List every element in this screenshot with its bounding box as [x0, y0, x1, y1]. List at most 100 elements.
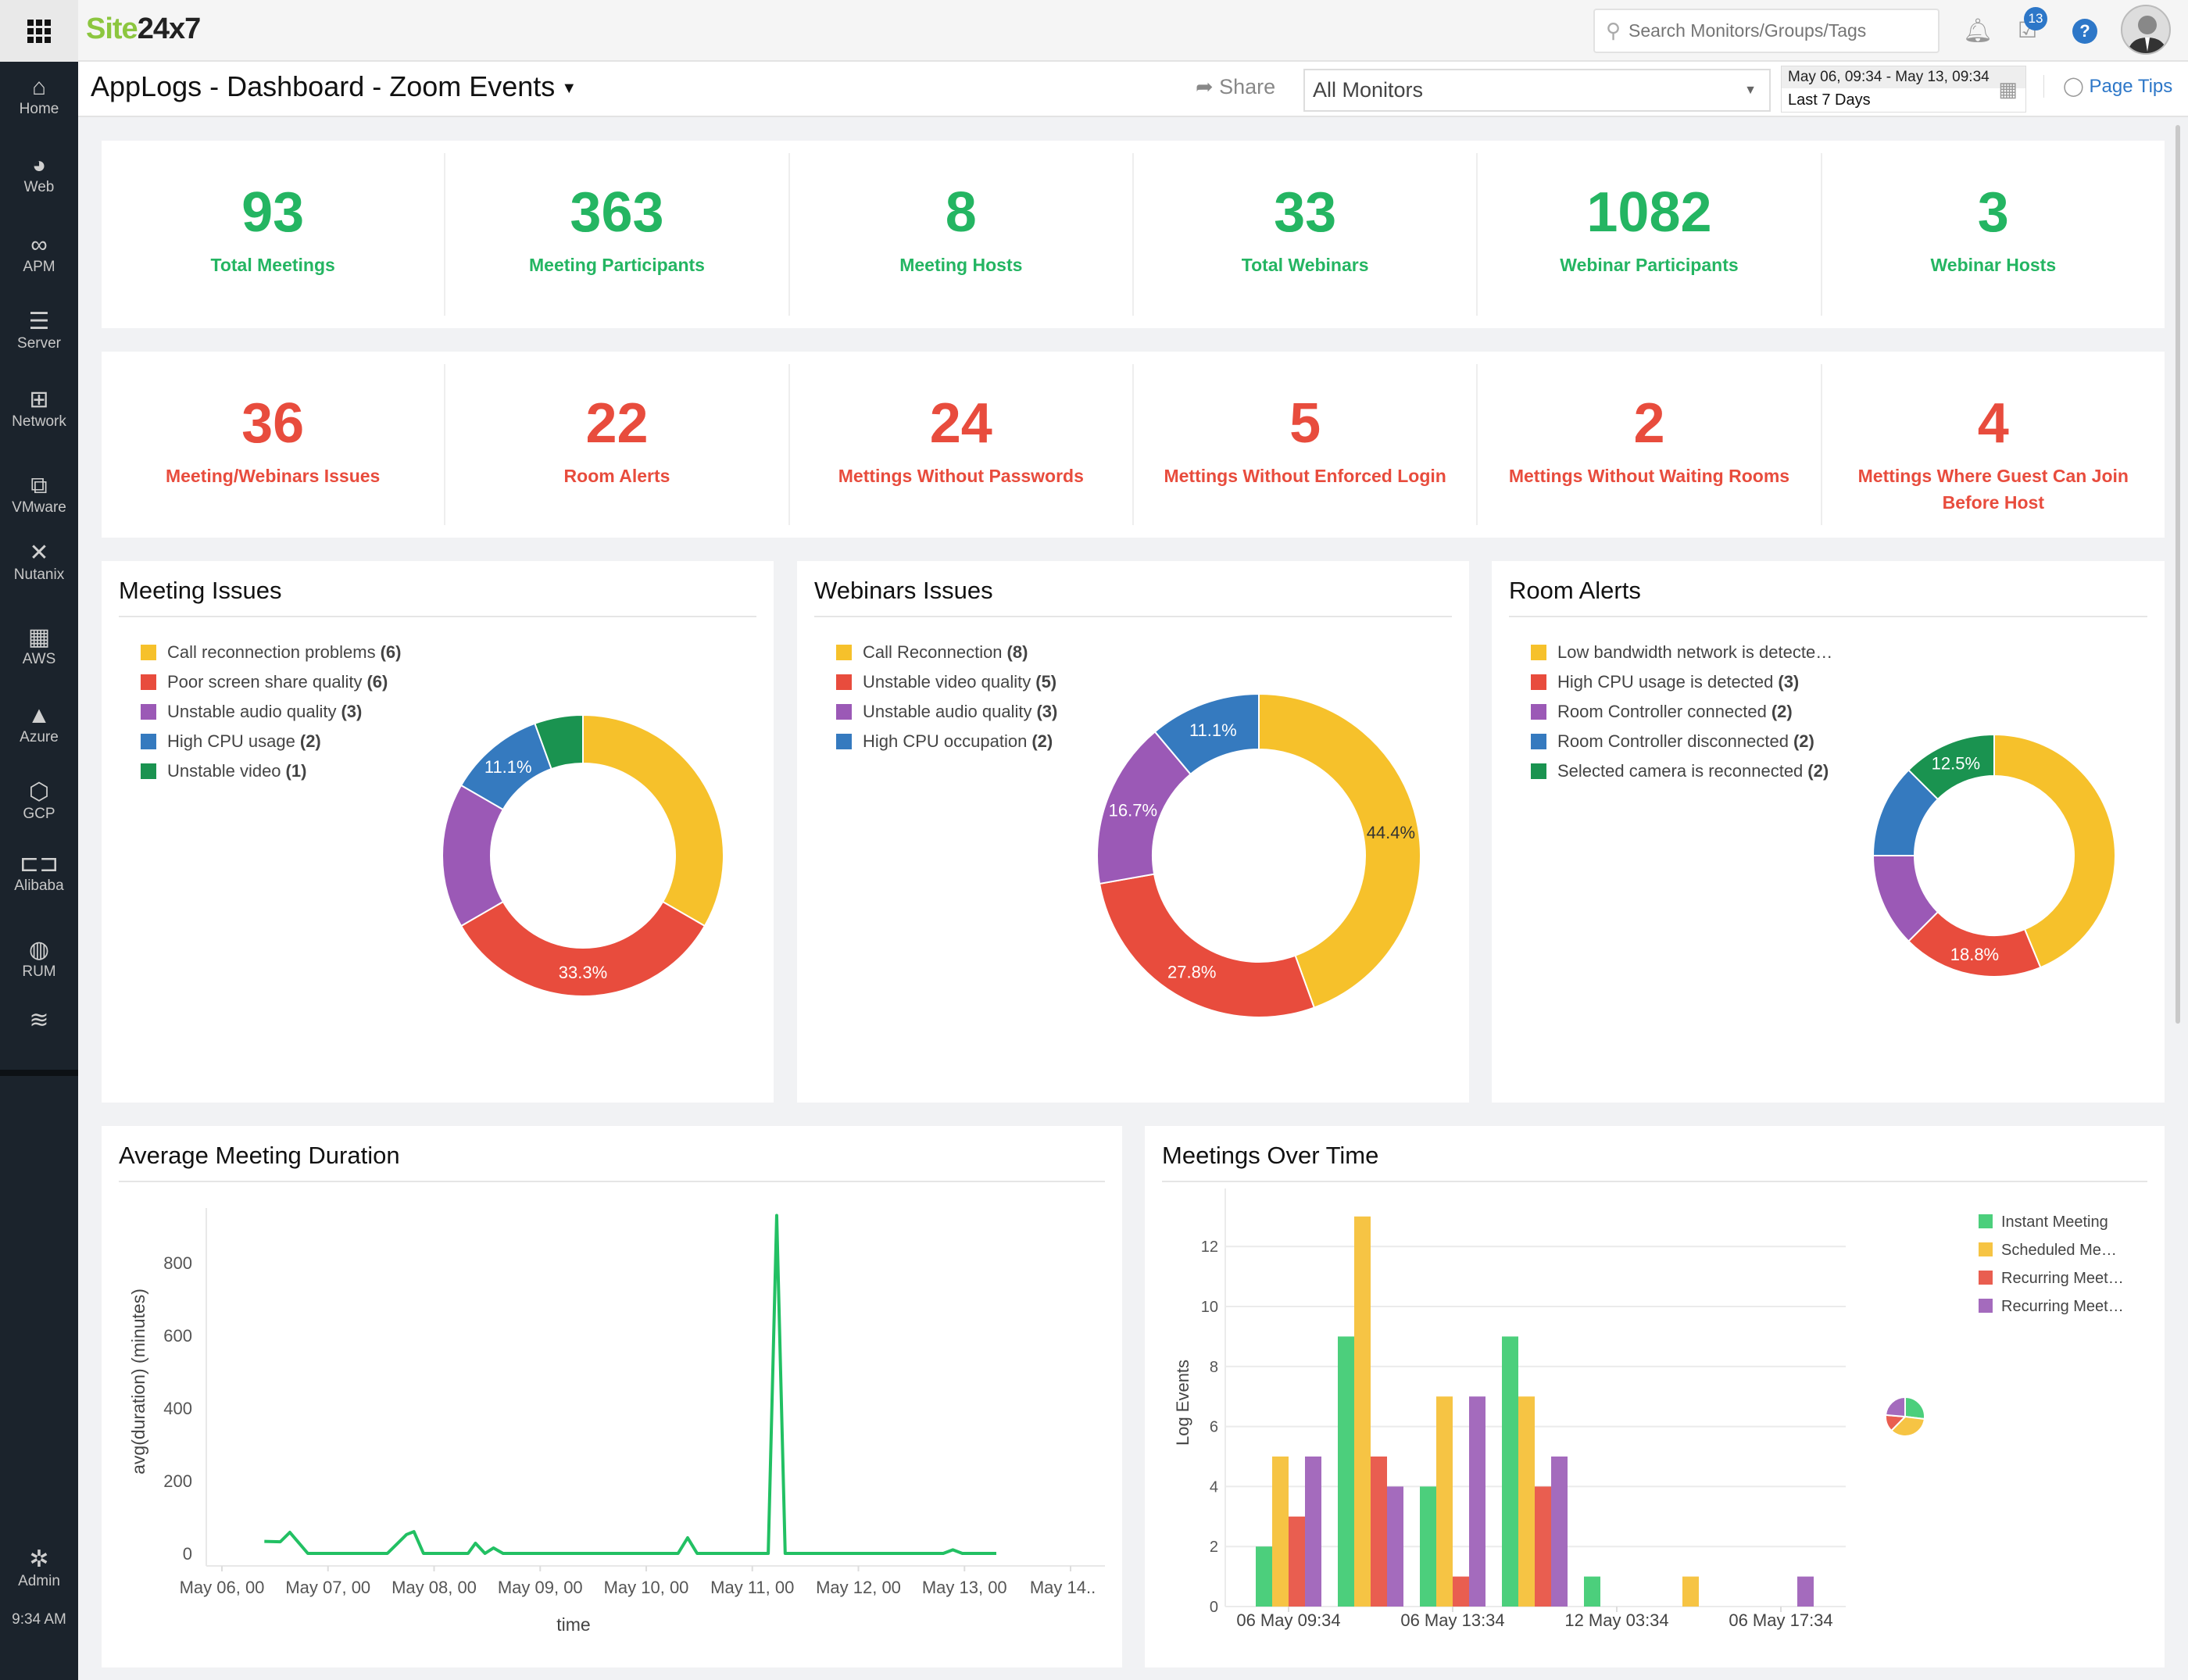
y-tick-label: 0 [183, 1544, 192, 1564]
bar[interactable] [1551, 1457, 1568, 1607]
bar-chart: 0 2 4 6 8 10 12 Log Events 06 May 09:34 06 May 13… [1173, 1189, 2124, 1630]
x-tick-label: May 14.. [1030, 1578, 1096, 1597]
legend-swatch [1979, 1299, 1993, 1313]
donut-slice[interactable] [442, 784, 505, 928]
kpi-card[interactable]: 363 Meeting Participants [445, 153, 790, 316]
legend-label[interactable]: Recurring Meet… [2001, 1270, 2124, 1287]
site24x7-logo[interactable]: Site24x7 [86, 13, 202, 46]
donut-slice[interactable] [1098, 873, 1316, 1018]
sidebar-item-home[interactable]: ⌂ Home [0, 74, 78, 118]
bar[interactable] [1420, 1486, 1436, 1607]
alibaba-icon: ⊏⊐ [19, 851, 59, 877]
period-text: Last 7 Days [1788, 91, 1871, 109]
bar[interactable] [1535, 1486, 1551, 1607]
meetings-over-time-panel: Meetings Over Time 0 2 4 6 8 10 12 Log Events 06 … [1145, 1126, 2165, 1667]
vmware-icon: ⧉ [30, 473, 48, 499]
bar[interactable] [1354, 1216, 1371, 1607]
bar[interactable] [1305, 1457, 1321, 1607]
bar[interactable] [1256, 1546, 1272, 1607]
clock-time: 9:34 AM [12, 1611, 66, 1628]
x-tick-label: 06 May 17:34 [1729, 1610, 1832, 1630]
kpi-card[interactable]: 2 Mettings Without Waiting Rooms [1478, 364, 1822, 525]
sidebar-item-more[interactable]: ≋ [0, 1007, 78, 1034]
kpi-card[interactable]: 3 Webinar Hosts [1822, 153, 2165, 316]
legend-label[interactable]: Instant Meeting [2001, 1214, 2108, 1231]
y-tick-label: 2 [1210, 1539, 1218, 1556]
dashboard-title-dropdown[interactable]: AppLogs - Dashboard - Zoom Events ▼ [91, 70, 577, 103]
bar[interactable] [1371, 1457, 1387, 1607]
bar[interactable] [1518, 1396, 1535, 1607]
sidebar-item-vmware[interactable]: ⧉ VMware [0, 473, 78, 517]
help-icon[interactable]: ? [2072, 19, 2097, 44]
bell-icon[interactable]: 🔔︎ [1963, 17, 1993, 45]
kpi-card[interactable]: 24 Mettings Without Passwords [790, 364, 1134, 525]
x-tick-label: May 11, 00 [710, 1578, 794, 1597]
aws-icon: ▦ [27, 624, 51, 650]
y-axis-title: Log Events [1173, 1360, 1192, 1446]
page-tips-link[interactable]: ◯ Page Tips [2043, 75, 2172, 98]
bar[interactable] [1289, 1516, 1305, 1607]
kpi-card[interactable]: 5 Mettings Without Enforced Login [1134, 364, 1478, 525]
sidebar-item-web[interactable]: ◕ Web [0, 152, 78, 196]
y-tick-label: 8 [1210, 1359, 1218, 1376]
page-scrollbar[interactable] [2175, 125, 2180, 1024]
date-range-picker[interactable]: May 06, 09:34 - May 13, 09:34 Last 7 Days… [1781, 66, 2026, 113]
calendar-icon: ▦ [1998, 77, 2018, 101]
sidebar-item-alibaba[interactable]: ⊏⊐ Alibaba [0, 851, 78, 895]
bar[interactable] [1453, 1576, 1469, 1607]
bar[interactable] [1272, 1457, 1289, 1607]
sidebar-item-gcp[interactable]: ⬡ GCP [0, 779, 78, 823]
kpi-label: Webinar Participants [1560, 255, 1739, 275]
nutanix-icon: ✕ [29, 540, 49, 566]
sidebar-item-nutanix[interactable]: ✕ Nutanix [0, 540, 78, 584]
monitor-select[interactable]: All Monitors ▼ [1303, 69, 1771, 112]
kpi-card[interactable]: 8 Meeting Hosts [790, 153, 1134, 316]
page-title: AppLogs - Dashboard - Zoom Events [91, 70, 556, 102]
bar[interactable] [1338, 1336, 1354, 1607]
app-switcher-button[interactable] [0, 0, 78, 62]
kpi-card[interactable]: 22 Room Alerts [445, 364, 790, 525]
page-tips-label: Page Tips [2089, 76, 2173, 97]
series-line[interactable] [264, 1214, 996, 1555]
gcp-icon: ⬡ [28, 779, 50, 805]
date-range-text: May 06, 09:34 - May 13, 09:34 [1782, 66, 2025, 88]
sidebar-item-admin[interactable]: ✲ Admin [0, 1546, 78, 1590]
sidebar-item-azure[interactable]: ▲ Azure [0, 702, 78, 746]
sidebar-item-aws[interactable]: ▦ AWS [0, 624, 78, 668]
bar[interactable] [1387, 1486, 1403, 1607]
sidebar-item-label: Azure [20, 729, 59, 745]
mini-pie-slice[interactable] [1885, 1396, 1906, 1418]
kpi-card[interactable]: 4 Mettings Where Guest Can Join Before Ho… [1822, 364, 2165, 525]
kpi-card[interactable]: 93 Total Meetings [102, 153, 446, 316]
bar[interactable] [1584, 1576, 1600, 1607]
sidebar-item-rum[interactable]: ◍ RUM [0, 937, 78, 981]
kpi-label: Total Webinars [1241, 255, 1369, 275]
bar[interactable] [1682, 1576, 1699, 1607]
legend-label[interactable]: Recurring Meet… [2001, 1298, 2124, 1315]
bar[interactable] [1436, 1396, 1453, 1607]
donut-slice[interactable] [582, 713, 724, 928]
sidebar-item-label: Alibaba [14, 878, 64, 894]
avatar[interactable] [2121, 5, 2171, 55]
search-input[interactable] [1628, 20, 1918, 41]
share-button[interactable]: ➦ Share [1196, 75, 1275, 99]
bar[interactable] [1502, 1336, 1518, 1607]
y-tick-label: 600 [163, 1326, 192, 1346]
sidebar-item-network[interactable]: ⊞ Network [0, 387, 78, 431]
sidebar-item-apm[interactable]: ∞ APM [0, 232, 78, 276]
kpi-card[interactable]: 36 Meeting/Webinars Issues [102, 364, 446, 525]
notifications-badge[interactable]: 13 [2024, 7, 2047, 30]
kpi-value: 33 [1274, 181, 1337, 244]
mini-pie-slice[interactable] [1904, 1396, 1925, 1421]
search-box[interactable]: ⚲ [1593, 9, 1940, 53]
bar[interactable] [1797, 1576, 1814, 1607]
logo-text-dark: 24x7 [137, 13, 202, 45]
kpi-card[interactable]: 33 Total Webinars [1134, 153, 1478, 316]
network-icon: ⊞ [29, 387, 49, 413]
bar[interactable] [1469, 1396, 1485, 1607]
slice-label: 11.1% [484, 757, 532, 777]
sidebar-item-server[interactable]: ☰ Server [0, 309, 78, 352]
kpi-card[interactable]: 1082 Webinar Participants [1478, 153, 1822, 316]
legend-label[interactable]: Scheduled Me… [2001, 1242, 2117, 1259]
y-tick-label: 4 [1210, 1478, 1218, 1496]
